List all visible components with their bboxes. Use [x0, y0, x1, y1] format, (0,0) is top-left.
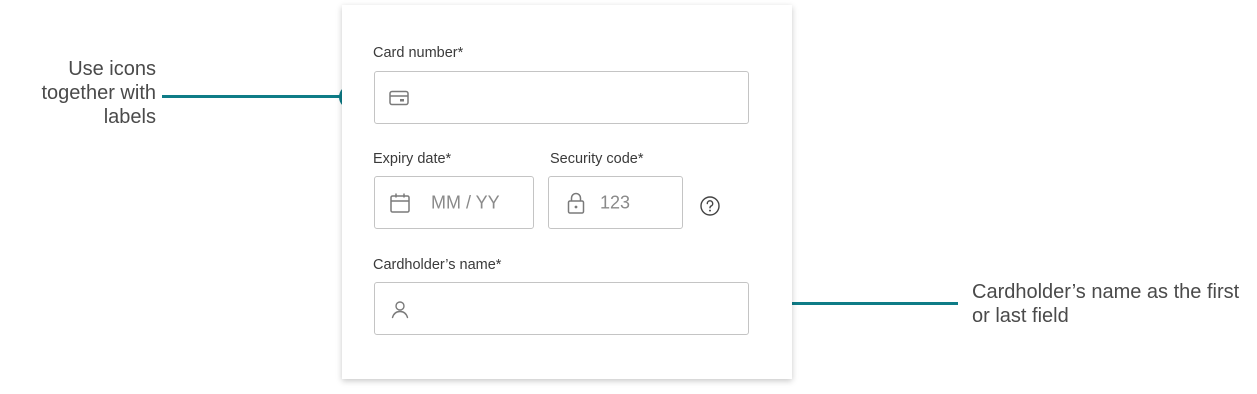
security-code-placeholder: 123	[600, 192, 631, 212]
credit-card-icon	[388, 87, 410, 109]
payment-form-card: Card number* Expiry date* MM / YY Securi…	[342, 5, 792, 379]
annotation-icons-labels: Use icons together with labels	[41, 58, 156, 128]
cardholder-name-field[interactable]	[374, 282, 749, 335]
security-code-field[interactable]: 123	[548, 176, 683, 229]
annotation-cardholder-position: Cardholder’s name as the first or last f…	[972, 281, 1240, 327]
card-number-label: Card number*	[373, 45, 464, 61]
person-icon	[389, 298, 411, 320]
expiry-date-placeholder: MM / YY	[431, 192, 500, 212]
card-number-field[interactable]	[374, 71, 749, 124]
help-circle-icon[interactable]	[699, 195, 721, 217]
page: Use icons together with labels Cardholde…	[0, 0, 1257, 394]
lock-icon	[565, 191, 587, 215]
annotation-connector-right	[780, 302, 958, 305]
annotation-connector-left	[162, 95, 350, 98]
security-code-label: Security code*	[550, 151, 644, 167]
expiry-date-field[interactable]: MM / YY	[374, 176, 534, 229]
calendar-icon	[388, 191, 412, 215]
cardholder-name-label: Cardholder’s name*	[373, 257, 502, 273]
expiry-date-label: Expiry date*	[373, 151, 452, 167]
